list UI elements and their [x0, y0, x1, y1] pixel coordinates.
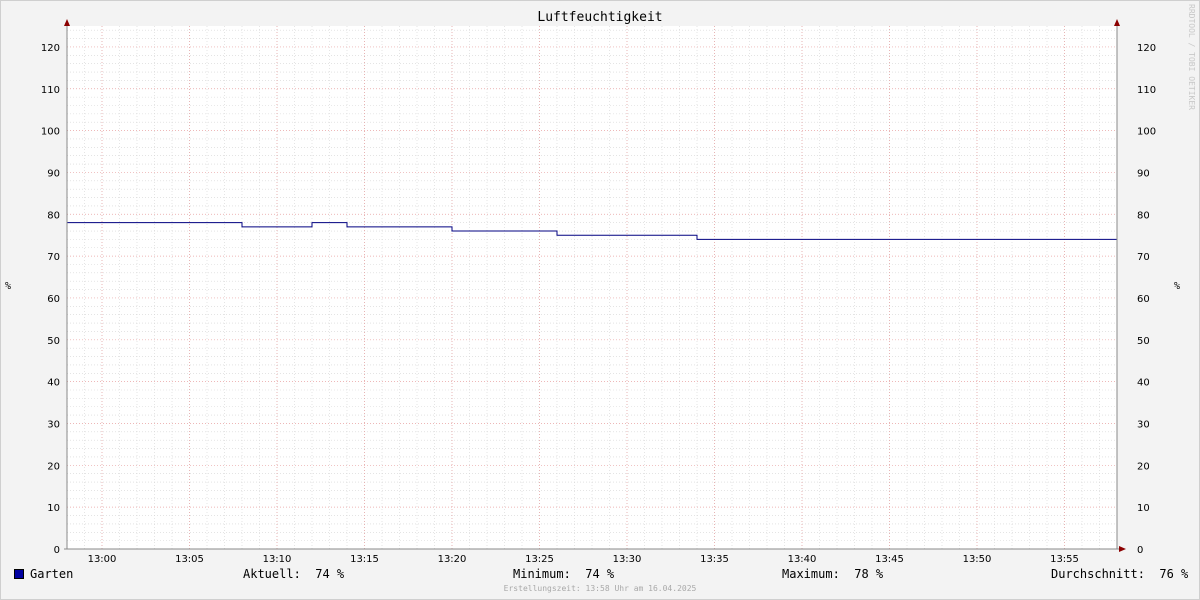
y-tick-label-left: 50: [47, 336, 60, 347]
y-tick-label-right: 40: [1137, 378, 1150, 389]
y-axis-left-arrow: [64, 19, 70, 26]
y-tick-label-left: 70: [47, 252, 60, 263]
x-axis-arrow: [1119, 546, 1126, 552]
stat-average: Durchschnitt: 76 %: [1051, 567, 1189, 581]
y-axis-right-arrow: [1114, 19, 1120, 26]
y-tick-labels-left: 0 10 20 30 40 50 60 70 80 90 100 110 120: [41, 43, 60, 556]
y-tick-label-right: 0: [1137, 545, 1143, 556]
y-tick-label-right: 20: [1137, 461, 1150, 472]
y-tick-label-left: 30: [47, 419, 60, 430]
y-tick-label-left: 120: [41, 43, 60, 54]
y-tick-label-right: 90: [1137, 168, 1150, 179]
x-tick-label: 13:40: [788, 554, 817, 565]
stat-minimum: Minimum: 74 %: [513, 567, 615, 581]
legend-swatch: [14, 569, 24, 579]
y-tick-label-right: 60: [1137, 294, 1150, 305]
y-tick-label-left: 110: [41, 85, 60, 96]
chart-svg: 0 10 20 30 40 50 60 70 80 90 100 110 120 0 10 20 30 40 50…: [41, 19, 1156, 565]
y-tick-label-right: 50: [1137, 336, 1150, 347]
x-tick-label: 13:00: [88, 554, 117, 565]
y-tick-label-left: 0: [54, 545, 60, 556]
y-tick-label-right: 10: [1137, 503, 1150, 514]
y-tick-label-left: 90: [47, 168, 60, 179]
x-tick-label: 13:15: [350, 554, 379, 565]
y-tick-label-right: 110: [1137, 85, 1156, 96]
y-tick-label-right: 30: [1137, 419, 1150, 430]
y-tick-label-right: 100: [1137, 127, 1156, 138]
y-tick-label-left: 20: [47, 461, 60, 472]
y-tick-label-left: 10: [47, 503, 60, 514]
legend: Garten Aktuell: 74 % Minimum: 74 % Maxim…: [0, 567, 1200, 583]
x-tick-label: 13:10: [263, 554, 292, 565]
stat-current: Aktuell: 74 %: [243, 567, 345, 581]
footer-timestamp: Erstellungszeit: 13:58 Uhr am 16.04.2025: [503, 584, 697, 593]
x-tick-label: 13:45: [875, 554, 904, 565]
x-tick-label: 13:30: [613, 554, 642, 565]
y-tick-label-right: 80: [1137, 210, 1150, 221]
grid-minor: [67, 26, 1117, 549]
y-tick-label-right: 120: [1137, 43, 1156, 54]
x-tick-label: 13:35: [700, 554, 729, 565]
x-tick-labels: 13:00 13:05 13:10 13:15 13:20 13:25 13:30 13:35…: [88, 554, 1079, 565]
y-tick-label-left: 80: [47, 210, 60, 221]
x-tick-label: 13:55: [1050, 554, 1079, 565]
x-tick-label: 13:25: [525, 554, 554, 565]
y-tick-labels-right: 0 10 20 30 40 50 60 70 80 90 100 110 120: [1137, 43, 1156, 556]
y-tick-label-left: 100: [41, 127, 60, 138]
x-tick-label: 13:50: [963, 554, 992, 565]
y-tick-label-left: 60: [47, 294, 60, 305]
y-tick-label-left: 40: [47, 378, 60, 389]
y-tick-label-right: 70: [1137, 252, 1150, 263]
stat-maximum: Maximum: 78 %: [782, 567, 884, 581]
x-tick-label: 13:05: [175, 554, 204, 565]
x-tick-label: 13:20: [438, 554, 467, 565]
legend-series-name: Garten: [30, 567, 74, 581]
